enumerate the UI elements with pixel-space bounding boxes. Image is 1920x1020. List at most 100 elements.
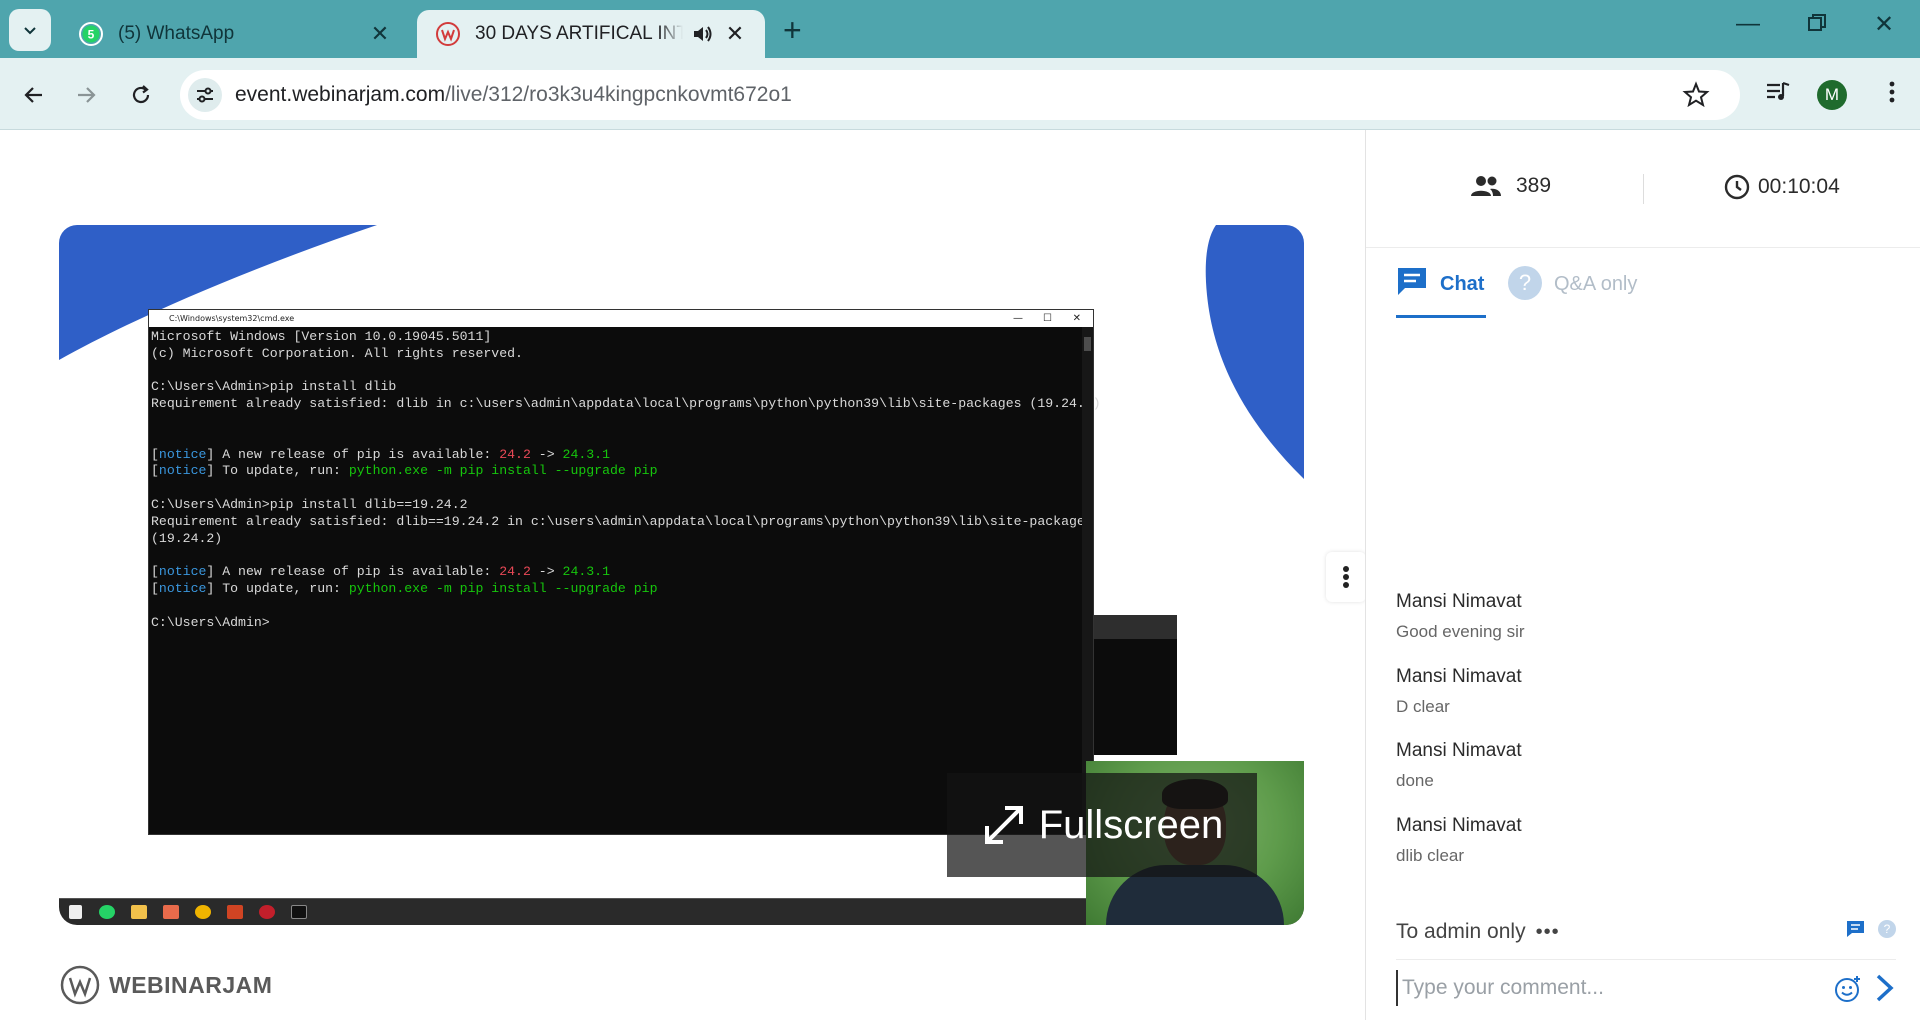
- tab-title: 30 DAYS ARTIFICAL INTELLIGENCE: [475, 23, 683, 44]
- message-text: dlib clear: [1396, 845, 1465, 865]
- upgrade-command: python.exe -m pip install --upgrade pip: [348, 580, 658, 596]
- menu-kebab-icon[interactable]: [1878, 78, 1906, 106]
- minimize-icon[interactable]: —: [1728, 10, 1768, 38]
- send-arrow-icon[interactable]: [1874, 973, 1896, 1003]
- chat-bubble-icon: [1398, 268, 1426, 295]
- terminal-minimize-icon: —: [1013, 313, 1023, 324]
- terminal-line: (c) Microsoft Corporation. All rights re…: [151, 345, 523, 361]
- comment-composer: [1396, 959, 1896, 1014]
- terminal-text: ->: [530, 446, 563, 462]
- new-tab-plus-icon[interactable]: +: [783, 12, 802, 48]
- terminal-close-icon: ✕: [1072, 313, 1081, 324]
- audience-selector[interactable]: To admin only ••• ?: [1396, 920, 1896, 944]
- terminal-line: C:\Users\Admin>pip install dlib: [151, 379, 397, 395]
- terminal-text: ] To update, run:: [206, 580, 349, 596]
- tab-search-button[interactable]: [9, 9, 51, 51]
- notice-tag: notice: [158, 580, 207, 596]
- upgrade-command: python.exe -m pip install --upgrade pip: [348, 463, 658, 479]
- message-type-toggle: ?: [1846, 920, 1896, 938]
- notice-tag: notice: [158, 564, 207, 580]
- new-version: 24.3.1: [562, 564, 611, 580]
- attendee-count: 389: [1470, 174, 1551, 198]
- chat-message: Mansi Nimavat D clear: [1396, 663, 1896, 738]
- question-icon: ?: [1508, 266, 1542, 300]
- tab-qa-only[interactable]: ? Q&A only: [1508, 266, 1637, 318]
- session-stats: 389 00:10:04: [1366, 130, 1920, 248]
- webinarjam-logo-icon: [60, 965, 100, 1005]
- app-icon: [259, 905, 275, 919]
- question-mode-icon[interactable]: ?: [1878, 920, 1896, 938]
- site-info-icon[interactable]: [188, 78, 222, 112]
- expand-icon: [984, 806, 1023, 844]
- terminal-prompt: C:\Users\Admin>: [151, 614, 270, 630]
- notice-tag: notice: [158, 446, 207, 462]
- video-player[interactable]: C:\Windows\system32\cmd.exe — ☐ ✕ Micros…: [59, 225, 1304, 925]
- app-icon: [163, 905, 179, 919]
- message-text: D clear: [1396, 696, 1450, 716]
- whatsapp-icon: 5: [78, 21, 104, 47]
- comment-input[interactable]: [1396, 970, 1816, 1006]
- session-timer: 00:10:04: [1724, 174, 1840, 200]
- close-tab-icon[interactable]: ✕: [368, 21, 392, 47]
- people-icon: [1471, 176, 1501, 196]
- timer-value: 00:10:04: [1758, 175, 1840, 198]
- url-text: event.webinarjam.com/live/312/ro3k3u4kin…: [235, 83, 792, 107]
- tab-qa-label: Q&A only: [1554, 273, 1638, 295]
- emoji-icon[interactable]: [1834, 975, 1862, 1003]
- terminal-text: ] A new release of pip is available:: [206, 564, 500, 580]
- terminal-window: C:\Windows\system32\cmd.exe — ☐ ✕ Micros…: [148, 309, 1101, 835]
- terminal-line: Requirement already satisfied: dlib==19.…: [151, 513, 1093, 529]
- chat-panel: 389 00:10:04 Chat ? Q&A only Mansi Nimav…: [1365, 130, 1920, 1020]
- chat-mode-icon[interactable]: [1846, 920, 1866, 938]
- new-version: 24.3.1: [562, 446, 611, 462]
- speaker-icon[interactable]: [691, 23, 713, 45]
- terminal-text: ] A new release of pip is available:: [206, 446, 500, 462]
- restore-icon[interactable]: [1797, 10, 1837, 39]
- close-tab-icon[interactable]: ✕: [723, 21, 747, 47]
- old-version: 24.2: [499, 564, 531, 580]
- terminal-text: ->: [530, 564, 563, 580]
- logo-text: WEBINARJAM: [109, 971, 273, 998]
- attendee-count-value: 389: [1516, 174, 1552, 197]
- terminal-line: C:\Users\Admin>pip install dlib==19.24.2: [151, 496, 468, 512]
- tab-title: (5) WhatsApp: [118, 23, 235, 44]
- audience-label: To admin only: [1396, 920, 1526, 943]
- more-vertical-icon: [1343, 566, 1349, 588]
- powerpoint-icon: [227, 905, 243, 919]
- whatsapp-badge: 5: [88, 28, 95, 42]
- windows-start-icon: [69, 905, 82, 919]
- old-version: 24.2: [499, 446, 531, 462]
- address-bar[interactable]: event.webinarjam.com/live/312/ro3k3u4kin…: [180, 70, 1740, 120]
- media-control-icon[interactable]: [1764, 78, 1792, 106]
- tab-chat-label: Chat: [1440, 273, 1485, 295]
- chat-message: Mansi Nimavat Good evening sir: [1396, 588, 1896, 663]
- reload-icon[interactable]: [124, 78, 158, 112]
- back-arrow-icon[interactable]: [16, 78, 50, 112]
- bookmark-star-icon[interactable]: [1682, 81, 1710, 109]
- terminal-line: Microsoft Windows [Version 10.0.19045.50…: [151, 329, 492, 344]
- notice-tag: notice: [158, 463, 207, 479]
- close-window-icon[interactable]: ✕: [1864, 10, 1904, 39]
- tab-chat[interactable]: Chat: [1396, 266, 1486, 318]
- terminal-maximize-icon: ☐: [1043, 313, 1052, 324]
- url-path: /live/312/ro3k3u4kingpcnkovmt672o1: [445, 83, 792, 106]
- chrome-icon: [195, 905, 211, 919]
- chevron-down-icon: [24, 27, 36, 35]
- terminal-output: Microsoft Windows [Version 10.0.19045.50…: [151, 329, 1101, 630]
- profile-avatar[interactable]: M: [1817, 80, 1847, 110]
- terminal-title: C:\Windows\system32\cmd.exe — ☐ ✕: [149, 310, 1093, 327]
- fullscreen-button[interactable]: Fullscreen: [947, 773, 1257, 877]
- chat-message: Mansi Nimavat done: [1396, 737, 1896, 812]
- forward-arrow-icon[interactable]: [70, 78, 104, 112]
- tab-whatsapp[interactable]: 5 (5) WhatsApp ✕: [60, 10, 410, 58]
- webinarjam-logo: WEBINARJAM: [59, 964, 272, 1006]
- tab-webinar[interactable]: 30 DAYS ARTIFICAL INTELLIGENCE ✕: [417, 10, 765, 58]
- stats-divider: [1643, 174, 1644, 204]
- panel-options-button[interactable]: [1326, 552, 1366, 602]
- terminal-title-text: C:\Windows\system32\cmd.exe: [169, 314, 295, 323]
- terminal-line: (19.24.2): [151, 530, 223, 546]
- chat-messages: Mansi Nimavat Good evening sir Mansi Nim…: [1396, 588, 1896, 886]
- audience-more-icon[interactable]: •••: [1536, 921, 1560, 944]
- webinarjam-icon: [435, 21, 461, 47]
- terminal-text: ] To update, run:: [206, 463, 349, 479]
